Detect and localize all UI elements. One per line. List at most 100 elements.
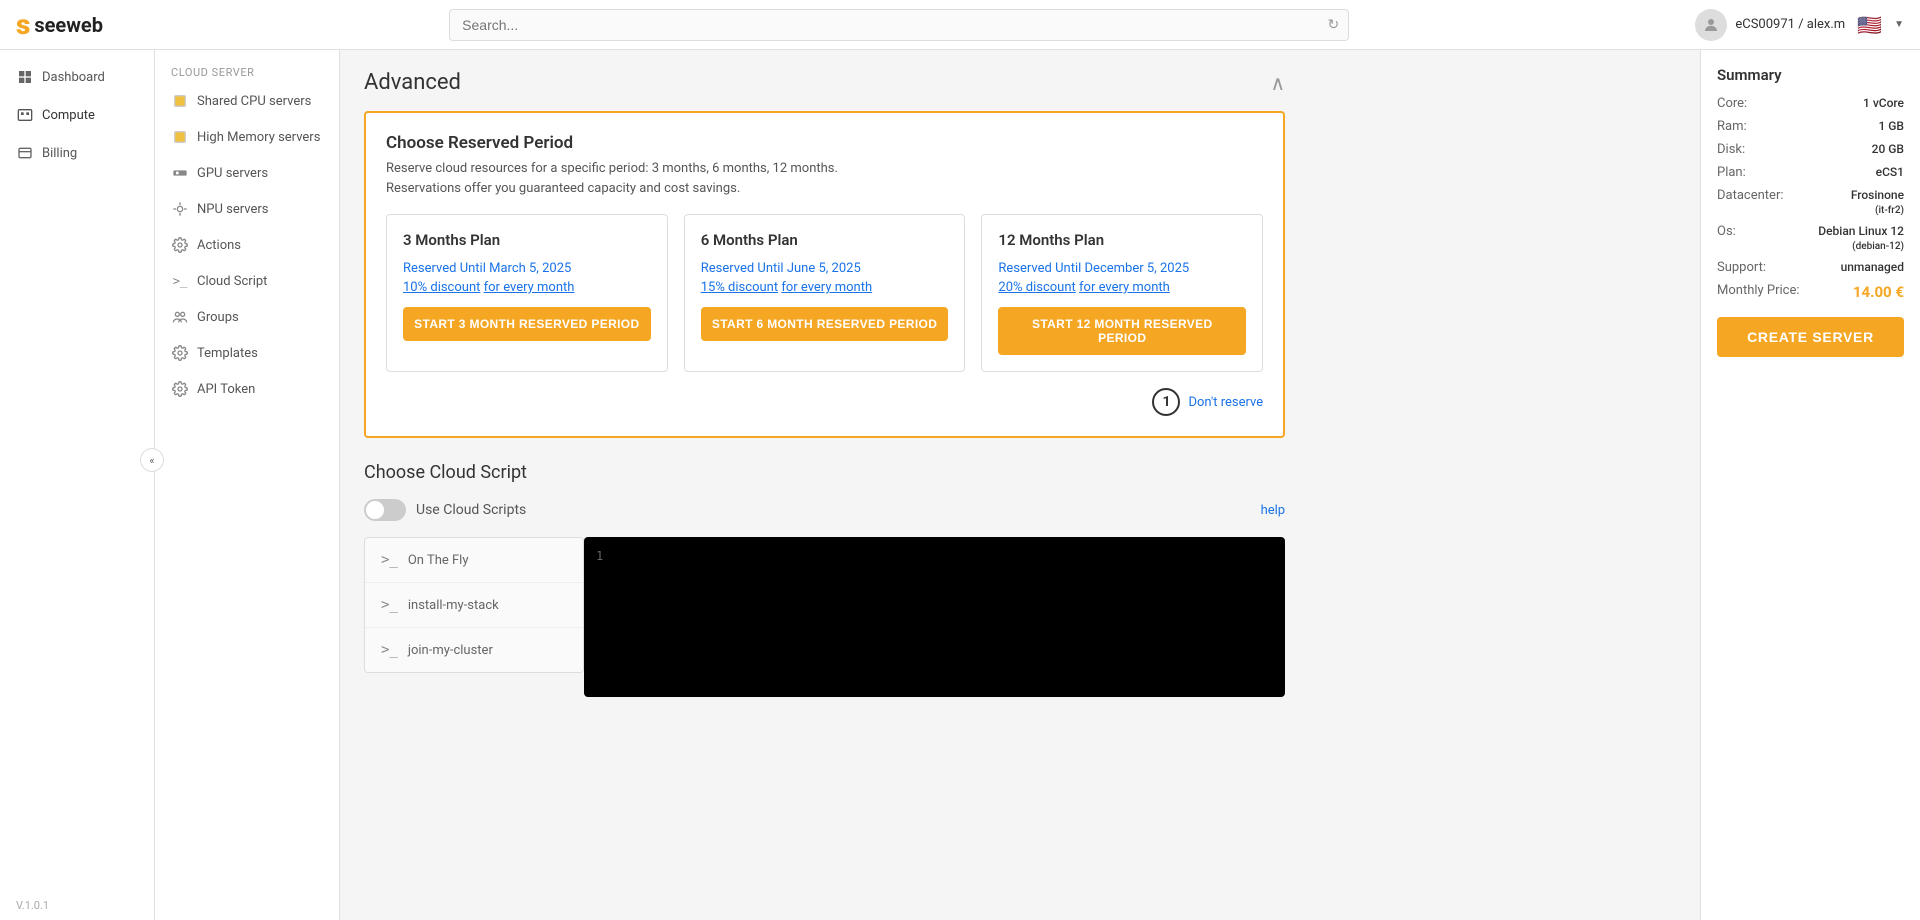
script-item-install-my-stack[interactable]: >_ install-my-stack bbox=[365, 583, 583, 628]
start-6month-button[interactable]: START 6 MONTH RESERVED PERIOD bbox=[701, 307, 949, 341]
sidebar-item-gpu[interactable]: GPU servers bbox=[155, 155, 339, 191]
logo: sseeweb bbox=[16, 8, 103, 41]
reserved-period-title: Choose Reserved Period bbox=[386, 133, 1263, 153]
topbar-left: sseeweb bbox=[16, 8, 103, 41]
sidebar-item-templates-label: Templates bbox=[197, 346, 258, 361]
plan-3month-until-date: March 5, 2025 bbox=[489, 261, 571, 276]
summary-row-disk: Disk: 20 GB bbox=[1717, 142, 1904, 157]
sub-sidebar: CLOUD SERVER Shared CPU servers High Mem… bbox=[155, 50, 340, 920]
script-item-join-my-cluster[interactable]: >_ join-my-cluster bbox=[365, 628, 583, 672]
main-sidebar: Dashboard Compute Billing V.1.0.1 bbox=[0, 50, 155, 920]
reserved-desc-line1: Reserve cloud resources for a specific p… bbox=[386, 161, 838, 176]
dont-reserve-link[interactable]: Don't reserve bbox=[1188, 395, 1263, 410]
sidebar-item-billing[interactable]: Billing bbox=[0, 134, 154, 172]
toggle-slider bbox=[364, 499, 406, 521]
npu-icon bbox=[171, 200, 189, 218]
start-12month-button[interactable]: START 12 MONTH RESERVED PERIOD bbox=[998, 307, 1246, 355]
plan-6month-until: Reserved Until June 5, 2025 bbox=[701, 261, 949, 276]
plan-12month-until-date: December 5, 2025 bbox=[1085, 261, 1190, 276]
summary-row-ram: Ram: 1 GB bbox=[1717, 119, 1904, 134]
plan-12month-until-label: Reserved Until bbox=[998, 261, 1081, 276]
plan-6month-discount: 15% discount for every month bbox=[701, 280, 949, 295]
help-link[interactable]: help bbox=[1261, 503, 1286, 518]
logo-s: s bbox=[16, 8, 30, 41]
plan-card-12month: 12 Months Plan Reserved Until December 5… bbox=[981, 214, 1263, 372]
reserved-period-description: Reserve cloud resources for a specific p… bbox=[386, 159, 1263, 198]
sidebar-item-groups-label: Groups bbox=[197, 310, 239, 325]
summary-row-datacenter: Datacenter: Frosinone(it-fr2) bbox=[1717, 188, 1904, 216]
summary-datacenter-value: Frosinone(it-fr2) bbox=[1851, 188, 1904, 216]
script-name-on-the-fly: On The Fly bbox=[408, 553, 469, 568]
plan-3month-until: Reserved Until March 5, 2025 bbox=[403, 261, 651, 276]
search-container: ↻ bbox=[449, 9, 1349, 41]
sidebar-item-compute-label: Compute bbox=[42, 108, 95, 123]
sidebar-nav: Dashboard Compute Billing bbox=[0, 50, 154, 891]
sidebar-item-npu-label: NPU servers bbox=[197, 202, 268, 217]
sidebar-item-billing-label: Billing bbox=[42, 146, 77, 161]
sidebar-item-compute[interactable]: Compute bbox=[0, 96, 154, 134]
language-chevron-icon[interactable]: ▼ bbox=[1894, 19, 1904, 30]
editor-line-number: 1 bbox=[596, 549, 603, 563]
script-prompt-0: >_ bbox=[381, 552, 398, 568]
plan-card-3month: 3 Months Plan Reserved Until March 5, 20… bbox=[386, 214, 668, 372]
summary-core-value: 1 vCore bbox=[1863, 96, 1904, 111]
sidebar-item-high-memory-label: High Memory servers bbox=[197, 130, 320, 145]
actions-icon bbox=[171, 236, 189, 254]
topbar-right: eCS00971 / alex.m 🇺🇸 ▼ bbox=[1695, 9, 1904, 41]
groups-icon bbox=[171, 308, 189, 326]
advanced-section-header: Advanced ∧ bbox=[364, 70, 1285, 95]
summary-row-core: Core: 1 vCore bbox=[1717, 96, 1904, 111]
plan-12month-discount-suffix: for every month bbox=[1079, 280, 1170, 295]
use-cloud-scripts-toggle[interactable] bbox=[364, 499, 406, 521]
plan-12month-discount-label: 20% discount bbox=[998, 280, 1075, 295]
search-input[interactable] bbox=[449, 9, 1349, 41]
code-editor[interactable]: 1 bbox=[584, 537, 1285, 697]
logo-brand: seeweb bbox=[34, 13, 103, 37]
summary-row-support: Support: unmanaged bbox=[1717, 260, 1904, 275]
sidebar-item-api-token[interactable]: API Token bbox=[155, 371, 339, 407]
plan-card-6month: 6 Months Plan Reserved Until June 5, 202… bbox=[684, 214, 966, 372]
cloud-script-toggle-row: Use Cloud Scripts help bbox=[364, 499, 1285, 521]
scripts-list-container: >_ On The Fly >_ install-my-stack >_ joi… bbox=[364, 537, 584, 673]
sidebar-item-templates[interactable]: Templates bbox=[155, 335, 339, 371]
sidebar-item-groups[interactable]: Groups bbox=[155, 299, 339, 335]
summary-row-plan: Plan: eCS1 bbox=[1717, 165, 1904, 180]
version-label: V.1.0.1 bbox=[0, 891, 154, 920]
advanced-collapse-icon[interactable]: ∧ bbox=[1270, 71, 1285, 95]
summary-os-label: Os: bbox=[1717, 224, 1736, 252]
plan-3month-discount-label: 10% discount bbox=[403, 280, 480, 295]
templates-icon bbox=[171, 344, 189, 362]
summary-title: Summary bbox=[1717, 66, 1904, 84]
sidebar-item-npu[interactable]: NPU servers bbox=[155, 191, 339, 227]
summary-support-value: unmanaged bbox=[1841, 260, 1904, 275]
cloud-script-section: Choose Cloud Script Use Cloud Scripts he… bbox=[364, 462, 1285, 697]
sidebar-collapse-button[interactable]: « bbox=[140, 448, 164, 472]
script-item-on-the-fly[interactable]: >_ On The Fly bbox=[365, 538, 583, 583]
summary-plan-label: Plan: bbox=[1717, 165, 1746, 180]
sidebar-item-dashboard[interactable]: Dashboard bbox=[0, 58, 154, 96]
language-flag[interactable]: 🇺🇸 bbox=[1857, 13, 1882, 37]
summary-os-value: Debian Linux 12(debian-12) bbox=[1818, 224, 1904, 252]
high-memory-icon bbox=[171, 128, 189, 146]
start-3month-button[interactable]: START 3 MONTH RESERVED PERIOD bbox=[403, 307, 651, 341]
user-info[interactable]: eCS00971 / alex.m bbox=[1695, 9, 1845, 41]
create-server-button[interactable]: CREATE SERVER bbox=[1717, 317, 1904, 357]
summary-support-label: Support: bbox=[1717, 260, 1766, 275]
plan-3month-until-label: Reserved Until bbox=[403, 261, 486, 276]
summary-core-label: Core: bbox=[1717, 96, 1747, 111]
dashboard-icon bbox=[16, 68, 34, 86]
plan-6month-until-date: June 5, 2025 bbox=[787, 261, 861, 276]
gpu-icon bbox=[171, 164, 189, 182]
summary-price-label: Monthly Price: bbox=[1717, 283, 1800, 301]
sidebar-item-shared-cpu[interactable]: Shared CPU servers bbox=[155, 83, 339, 119]
sub-sidebar-section-label: CLOUD SERVER bbox=[155, 58, 339, 83]
plan-6month-discount-suffix: for every month bbox=[781, 280, 872, 295]
reserved-desc-line2: Reservations offer you guaranteed capaci… bbox=[386, 181, 740, 196]
use-cloud-scripts-label: Use Cloud Scripts bbox=[416, 502, 526, 518]
search-refresh-icon[interactable]: ↻ bbox=[1327, 17, 1339, 33]
summary-datacenter-label: Datacenter: bbox=[1717, 188, 1784, 216]
sidebar-item-high-memory[interactable]: High Memory servers bbox=[155, 119, 339, 155]
sidebar-item-cloud-script[interactable]: >_ Cloud Script bbox=[155, 263, 339, 299]
summary-ram-label: Ram: bbox=[1717, 119, 1747, 134]
sidebar-item-actions[interactable]: Actions bbox=[155, 227, 339, 263]
